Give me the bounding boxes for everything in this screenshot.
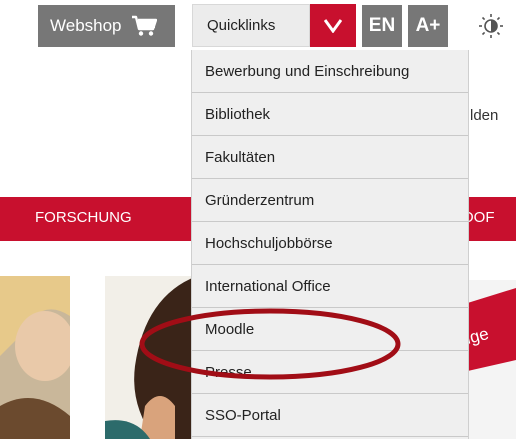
menu-item-gruenderzentrum[interactable]: Gründerzentrum: [192, 179, 468, 222]
webshop-button[interactable]: Webshop: [38, 5, 175, 47]
language-button[interactable]: EN: [362, 5, 402, 47]
quicklinks-toggle-button[interactable]: [310, 4, 356, 47]
highlight-ellipse: [139, 308, 401, 380]
contrast-icon: [479, 14, 503, 38]
font-size-button[interactable]: A+: [408, 5, 448, 47]
webshop-label: Webshop: [50, 16, 122, 35]
contrast-button[interactable]: [454, 5, 516, 47]
partial-text: lden: [470, 107, 499, 124]
menu-item-bewerbung[interactable]: Bewerbung und Einschreibung: [192, 50, 468, 93]
menu-item-hochschuljobboerse[interactable]: Hochschuljobbörse: [192, 222, 468, 265]
quicklinks-select[interactable]: Quicklinks: [192, 4, 310, 47]
menu-item-sso-portal[interactable]: SSO-Portal: [192, 394, 468, 437]
menu-item-international-office[interactable]: International Office: [192, 265, 468, 308]
cart-icon: [131, 15, 157, 36]
menu-item-bibliothek[interactable]: Bibliothek: [192, 93, 468, 136]
nav-item-forschung[interactable]: FORSCHUNG: [35, 209, 132, 226]
quicklinks-label: Quicklinks: [207, 17, 276, 34]
chevron-down-icon: [324, 18, 342, 33]
photo-woman-left: [0, 276, 70, 439]
menu-item-fakultaeten[interactable]: Fakultäten: [192, 136, 468, 179]
